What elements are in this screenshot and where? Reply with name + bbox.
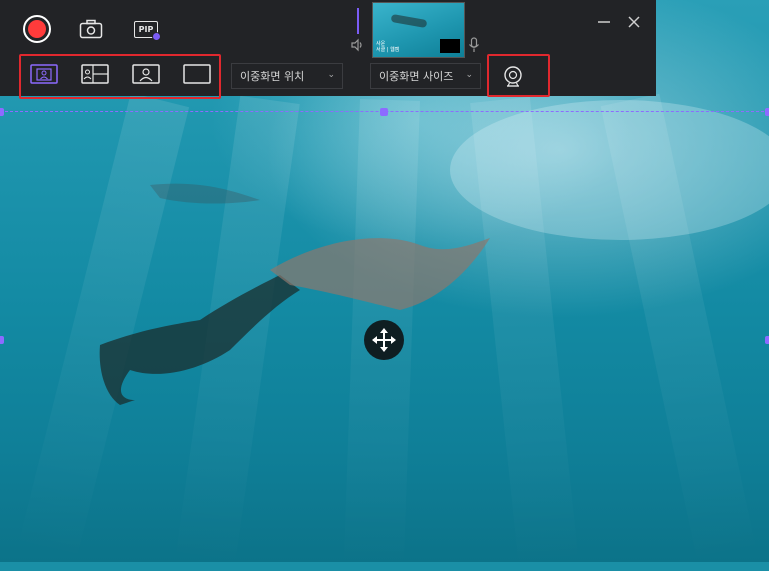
resize-handle-top-right[interactable] bbox=[765, 108, 769, 116]
resize-handle-top-left[interactable] bbox=[0, 108, 4, 116]
resize-handle-left[interactable] bbox=[0, 336, 4, 344]
pip-button[interactable]: PIP bbox=[131, 16, 161, 42]
microphone-icon[interactable] bbox=[468, 37, 480, 53]
webcam-button-highlight bbox=[487, 54, 550, 97]
speaker-icon[interactable] bbox=[350, 38, 364, 52]
screenshot-button[interactable] bbox=[77, 16, 105, 42]
chevron-down-icon: ⌄ bbox=[327, 70, 335, 80]
layout-buttons-highlight bbox=[19, 54, 221, 99]
pip-size-dropdown[interactable]: 이중화면 사이즈 ⌄ bbox=[370, 63, 481, 89]
chevron-down-icon: ⌄ bbox=[465, 70, 473, 80]
minimize-icon[interactable] bbox=[596, 14, 612, 30]
pip-position-value: 이중화면 위치 bbox=[240, 70, 305, 83]
pip-label: PIP bbox=[138, 24, 154, 34]
pip-position-dropdown[interactable]: 이중화면 위치 ⌄ bbox=[231, 63, 343, 89]
preview-caption-line2: 서클 | 웹캠 bbox=[376, 47, 400, 53]
resize-handle-top[interactable] bbox=[380, 108, 388, 116]
preview-caption: 사운 서클 | 웹캠 bbox=[376, 41, 399, 53]
volume-level-indicator bbox=[357, 8, 359, 34]
pip-status-dot bbox=[152, 31, 161, 41]
pip-icon: PIP bbox=[134, 20, 161, 41]
move-arrows-icon[interactable] bbox=[364, 320, 404, 360]
record-icon bbox=[23, 15, 51, 43]
webcam-preview-inset bbox=[440, 39, 460, 53]
pip-size-value: 이중화면 사이즈 bbox=[379, 70, 454, 83]
resize-handle-right[interactable] bbox=[765, 336, 769, 344]
screenshot-camera-icon bbox=[79, 19, 103, 39]
webcam-preview: 사운 서클 | 웹캠 bbox=[372, 2, 465, 58]
close-icon[interactable] bbox=[626, 14, 642, 30]
record-button[interactable] bbox=[22, 14, 52, 44]
